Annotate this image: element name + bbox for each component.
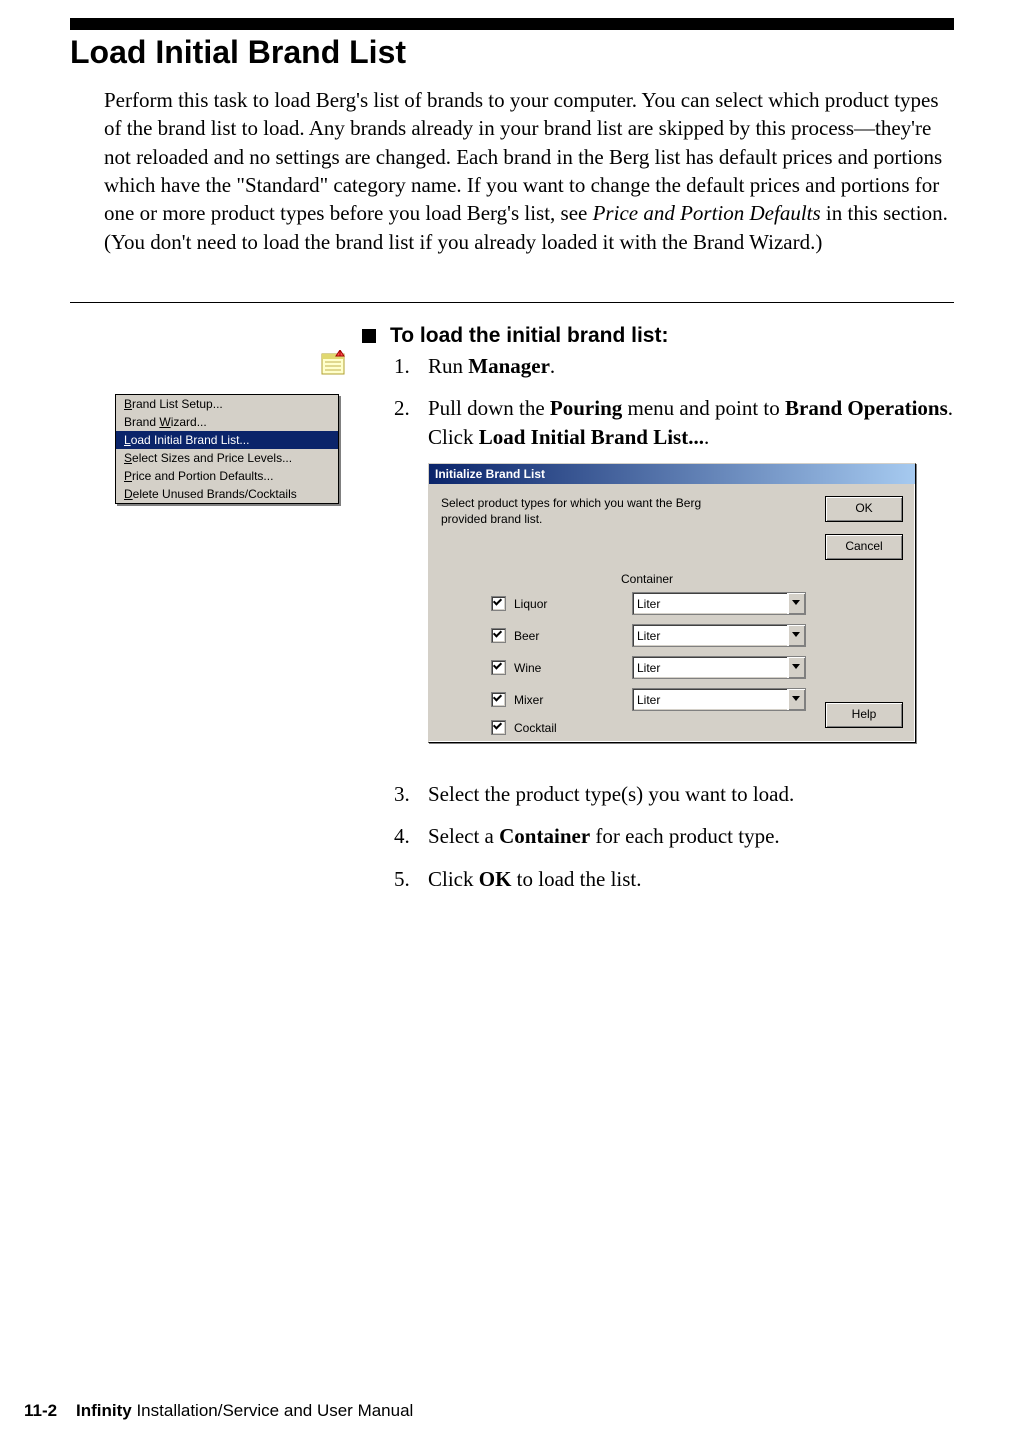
step-number: 1. — [394, 352, 428, 380]
page-number: 11-2 — [24, 1401, 57, 1420]
initialize-brand-list-dialog: Initialize Brand List Select product typ… — [428, 463, 916, 743]
menu-item[interactable]: Delete Unused Brands/Cocktails — [116, 485, 338, 503]
product-row-cocktail: Cocktail — [491, 720, 624, 735]
container-select-wine[interactable]: Liter — [632, 656, 806, 679]
label-cocktail: Cocktail — [514, 721, 624, 735]
task-heading: To load the initial brand list: — [390, 324, 668, 348]
chevron-down-icon[interactable] — [787, 657, 805, 678]
step-text: Select the product type(s) you want to l… — [428, 780, 954, 808]
context-menu-screenshot: Brand List Setup...Brand Wizard...Load I… — [115, 394, 339, 504]
checkbox-mixer[interactable] — [491, 692, 506, 707]
checkbox-cocktail[interactable] — [491, 720, 506, 735]
steps-top: 1.Run Manager.2.Pull down the Pouring me… — [394, 352, 954, 465]
footer-product: Infinity — [76, 1401, 132, 1420]
dialog-body: Select product types for which you want … — [429, 484, 915, 742]
container-value-mixer: Liter — [633, 693, 787, 707]
help-button[interactable]: Help — [825, 702, 903, 728]
step: 5.Click OK to load the list. — [394, 865, 954, 893]
step-number: 3. — [394, 780, 428, 808]
task-heading-row: To load the initial brand list: — [362, 324, 668, 348]
product-row-mixer: Mixer Liter — [491, 688, 806, 711]
step-text: Pull down the Pouring menu and point to … — [428, 394, 954, 451]
step-text: Select a Container for each product type… — [428, 822, 954, 850]
step-text: Click OK to load the list. — [428, 865, 954, 893]
container-select-beer[interactable]: Liter — [632, 624, 806, 647]
menu-item[interactable]: Load Initial Brand List... — [116, 431, 338, 449]
chevron-down-icon[interactable] — [787, 625, 805, 646]
step: 2.Pull down the Pouring menu and point t… — [394, 394, 954, 451]
page-title: Load Initial Brand List — [70, 34, 406, 71]
step: 1.Run Manager. — [394, 352, 954, 380]
steps-bottom: 3.Select the product type(s) you want to… — [394, 780, 954, 907]
step: 3.Select the product type(s) you want to… — [394, 780, 954, 808]
container-select-mixer[interactable]: Liter — [632, 688, 806, 711]
cancel-button[interactable]: Cancel — [825, 534, 903, 560]
container-column-header: Container — [621, 572, 673, 586]
product-row-wine: Wine Liter — [491, 656, 806, 679]
product-row-beer: Beer Liter — [491, 624, 806, 647]
checkbox-wine[interactable] — [491, 660, 506, 675]
step-number: 2. — [394, 394, 428, 451]
intro-italic: Price and Portion Defaults — [593, 201, 821, 225]
label-liquor: Liquor — [514, 597, 624, 611]
dialog-titlebar: Initialize Brand List — [429, 464, 915, 484]
label-wine: Wine — [514, 661, 624, 675]
chevron-down-icon[interactable] — [787, 593, 805, 614]
menu-item[interactable]: Price and Portion Defaults... — [116, 467, 338, 485]
checkbox-beer[interactable] — [491, 628, 506, 643]
ok-button[interactable]: OK — [825, 496, 903, 522]
label-beer: Beer — [514, 629, 624, 643]
footer-rest: Installation/Service and User Manual — [132, 1401, 414, 1420]
container-value-beer: Liter — [633, 629, 787, 643]
container-value-wine: Liter — [633, 661, 787, 675]
intro-paragraph: Perform this task to load Berg's list of… — [104, 86, 954, 256]
menu-item[interactable]: Brand List Setup... — [116, 395, 338, 413]
dialog-instruction: Select product types for which you want … — [441, 496, 721, 527]
step-number: 4. — [394, 822, 428, 850]
container-value-liquor: Liter — [633, 597, 787, 611]
menu-item[interactable]: Brand Wizard... — [116, 413, 338, 431]
page-footer: 11-2 Infinity Installation/Service and U… — [24, 1401, 413, 1421]
header-rule — [70, 18, 954, 30]
checkbox-liquor[interactable] — [491, 596, 506, 611]
chevron-down-icon[interactable] — [787, 689, 805, 710]
step-text: Run Manager. — [428, 352, 954, 380]
step-number: 5. — [394, 865, 428, 893]
menu-item[interactable]: Select Sizes and Price Levels... — [116, 449, 338, 467]
container-select-liquor[interactable]: Liter — [632, 592, 806, 615]
note-icon — [320, 350, 346, 376]
label-mixer: Mixer — [514, 693, 624, 707]
section-divider — [70, 302, 954, 303]
square-bullet-icon — [362, 329, 376, 343]
product-row-liquor: Liquor Liter — [491, 592, 806, 615]
step: 4.Select a Container for each product ty… — [394, 822, 954, 850]
